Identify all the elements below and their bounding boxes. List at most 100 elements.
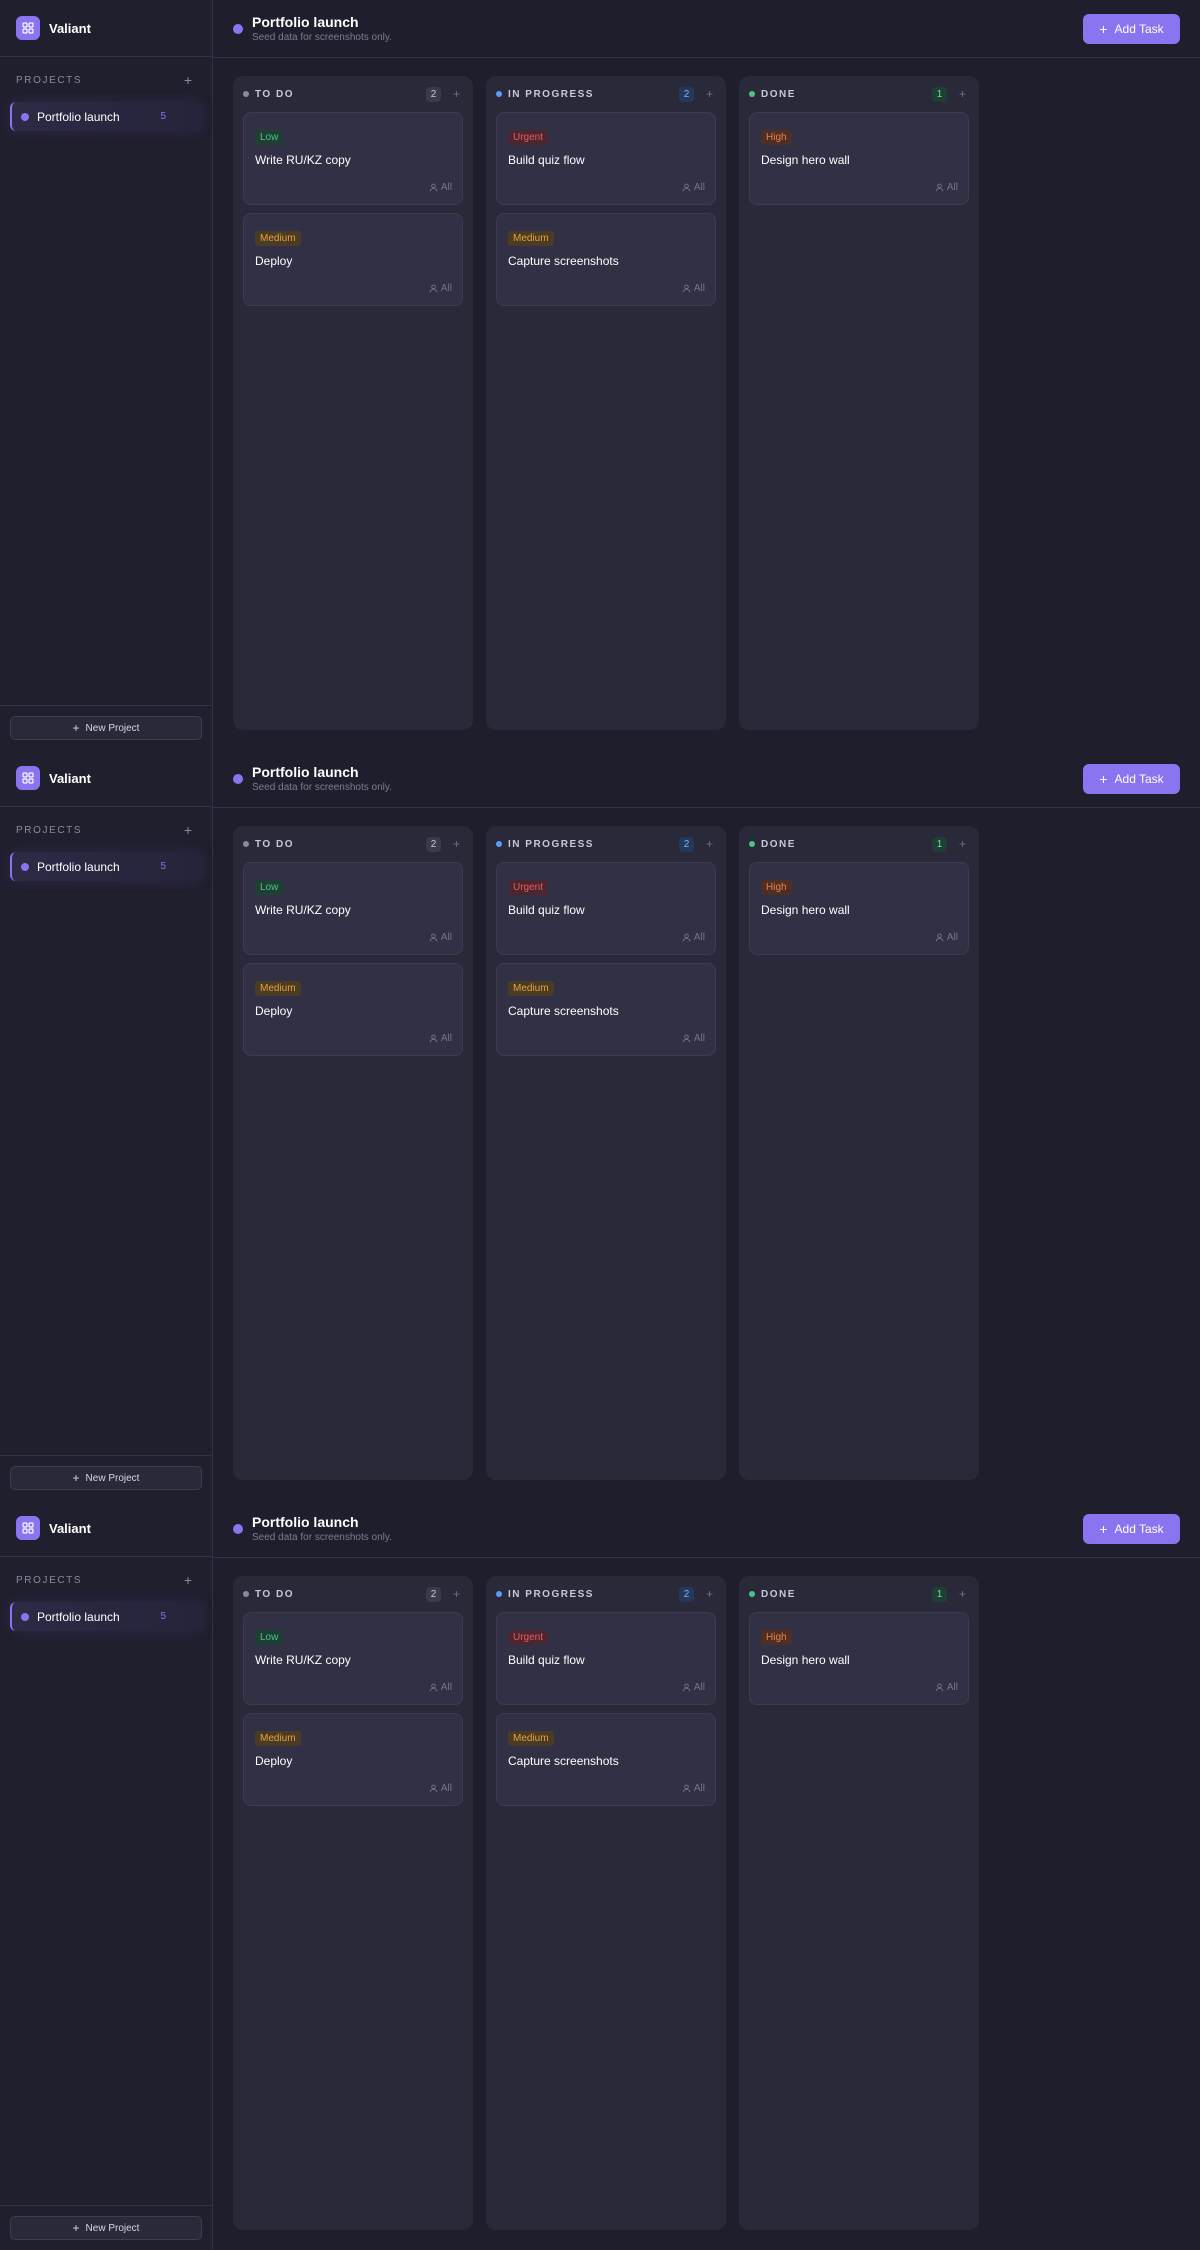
task-card[interactable]: Medium Capture screenshots All xyxy=(496,963,716,1056)
task-assignee: All xyxy=(429,1682,452,1693)
task-card[interactable]: High Design hero wall All xyxy=(749,112,969,205)
task-card[interactable]: Medium Capture screenshots All xyxy=(496,213,716,306)
grid-icon xyxy=(16,1516,40,1540)
priority-badge: Urgent xyxy=(508,1630,549,1645)
add-task-label: Add Task xyxy=(1114,22,1164,36)
column-header: IN PROGRESS 2 + xyxy=(496,76,716,112)
user-icon xyxy=(429,1034,438,1043)
column-status-dot xyxy=(496,841,502,847)
topbar: Portfolio launch Seed data for screensho… xyxy=(213,1500,1200,1558)
new-project-button[interactable]: + New Project xyxy=(10,716,202,740)
task-card[interactable]: Medium Deploy All xyxy=(243,213,463,306)
column-status-dot xyxy=(243,91,249,97)
column-title: DONE xyxy=(761,88,796,100)
plus-icon: + xyxy=(72,721,80,735)
new-project-button[interactable]: + New Project xyxy=(10,2216,202,2240)
add-card-icon[interactable]: + xyxy=(453,837,460,851)
projects-label: PROJECTS xyxy=(16,74,83,86)
assignee-label: All xyxy=(693,932,705,943)
title-block: Portfolio launch Seed data for screensho… xyxy=(252,1514,392,1544)
task-assignee: All xyxy=(429,1783,452,1794)
task-card[interactable]: Medium Deploy All xyxy=(243,963,463,1056)
task-assignee: All xyxy=(682,283,705,294)
task-card[interactable]: Urgent Build quiz flow All xyxy=(496,862,716,955)
assignee-label: All xyxy=(693,182,705,193)
task-assignee: All xyxy=(429,182,452,193)
main-content: Portfolio launch Seed data for screensho… xyxy=(213,750,1200,1500)
task-card[interactable]: Urgent Build quiz flow All xyxy=(496,112,716,205)
column-title: TO DO xyxy=(255,88,294,100)
assignee-label: All xyxy=(440,283,452,294)
kanban-column: DONE 1 + High Design hero wall All xyxy=(739,1576,979,2230)
task-card[interactable]: Low Write RU/KZ copy All xyxy=(243,862,463,955)
task-assignee: All xyxy=(682,1033,705,1044)
add-card-icon[interactable]: + xyxy=(959,1587,966,1601)
column-header: TO DO 2 + xyxy=(243,76,463,112)
column-count-badge: 2 xyxy=(679,836,694,852)
page-title: Portfolio launch xyxy=(252,763,359,780)
brand-name: Valiant xyxy=(49,770,91,786)
sidebar-item-portfolio-launch[interactable]: Portfolio launch 5 xyxy=(10,1602,202,1631)
kanban-board: TO DO 2 + Low Write RU/KZ copy All Mediu… xyxy=(233,1576,992,2230)
column-count-badge: 2 xyxy=(679,86,694,102)
task-assignee: All xyxy=(682,182,705,193)
kanban-column: DONE 1 + High Design hero wall All xyxy=(739,826,979,1480)
column-cards: Urgent Build quiz flow All Medium Captur… xyxy=(496,112,716,306)
priority-badge: Low xyxy=(255,1630,284,1645)
add-task-button[interactable]: + Add Task xyxy=(1083,14,1180,44)
user-icon xyxy=(682,933,691,942)
projects-header: PROJECTS + xyxy=(0,58,212,102)
column-header: DONE 1 + xyxy=(749,826,969,862)
add-card-icon[interactable]: + xyxy=(959,837,966,851)
add-card-icon[interactable]: + xyxy=(706,837,713,851)
priority-badge: Medium xyxy=(255,1731,301,1746)
add-card-icon[interactable]: + xyxy=(706,1587,713,1601)
task-card[interactable]: Low Write RU/KZ copy All xyxy=(243,112,463,205)
assignee-label: All xyxy=(440,1033,452,1044)
add-task-button[interactable]: + Add Task xyxy=(1083,764,1180,794)
task-assignee: All xyxy=(682,1682,705,1693)
sidebar-item-portfolio-launch[interactable]: Portfolio launch 5 xyxy=(10,852,202,881)
priority-badge: High xyxy=(761,880,792,895)
page-title: Portfolio launch xyxy=(252,13,359,30)
user-icon xyxy=(429,1784,438,1793)
task-title: Capture screenshots xyxy=(508,254,619,268)
column-title: DONE xyxy=(761,1588,796,1600)
user-icon xyxy=(682,284,691,293)
title-block: Portfolio launch Seed data for screensho… xyxy=(252,14,392,44)
add-project-icon[interactable]: + xyxy=(184,73,192,87)
add-card-icon[interactable]: + xyxy=(706,87,713,101)
task-card[interactable]: High Design hero wall All xyxy=(749,1612,969,1705)
topbar: Portfolio launch Seed data for screensho… xyxy=(213,750,1200,808)
project-color-dot xyxy=(21,862,29,871)
add-card-icon[interactable]: + xyxy=(453,1587,460,1601)
user-icon xyxy=(935,1683,944,1692)
add-card-icon[interactable]: + xyxy=(959,87,966,101)
add-task-label: Add Task xyxy=(1114,772,1164,786)
task-assignee: All xyxy=(935,932,958,943)
user-icon xyxy=(429,933,438,942)
add-project-icon[interactable]: + xyxy=(184,823,192,837)
task-title: Design hero wall xyxy=(761,153,850,167)
brand: Valiant xyxy=(0,1500,212,1557)
add-task-button[interactable]: + Add Task xyxy=(1083,1514,1180,1544)
user-icon xyxy=(682,1683,691,1692)
column-header: IN PROGRESS 2 + xyxy=(496,1576,716,1612)
task-assignee: All xyxy=(682,932,705,943)
new-project-button[interactable]: + New Project xyxy=(10,1466,202,1490)
project-task-count: 5 xyxy=(160,111,166,122)
add-project-icon[interactable]: + xyxy=(184,1573,192,1587)
task-card[interactable]: Low Write RU/KZ copy All xyxy=(243,1612,463,1705)
column-count-badge: 1 xyxy=(932,86,947,102)
task-card[interactable]: Medium Deploy All xyxy=(243,1713,463,1806)
column-count-badge: 1 xyxy=(932,836,947,852)
task-card[interactable]: Urgent Build quiz flow All xyxy=(496,1612,716,1705)
sidebar-item-portfolio-launch[interactable]: Portfolio launch 5 xyxy=(10,102,202,131)
add-card-icon[interactable]: + xyxy=(453,87,460,101)
task-title: Write RU/KZ copy xyxy=(255,903,351,917)
task-card[interactable]: Medium Capture screenshots All xyxy=(496,1713,716,1806)
assignee-label: All xyxy=(440,1682,452,1693)
task-card[interactable]: High Design hero wall All xyxy=(749,862,969,955)
user-icon xyxy=(429,183,438,192)
column-header: TO DO 2 + xyxy=(243,1576,463,1612)
